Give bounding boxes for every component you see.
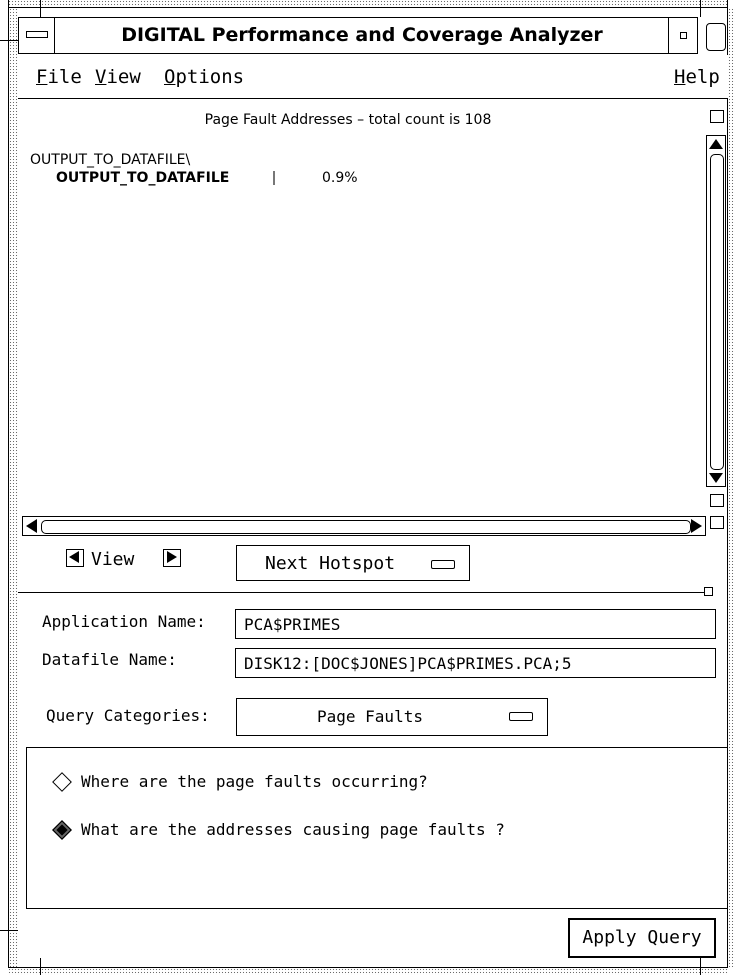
application-name-field[interactable]: PCA$PRIMES bbox=[235, 609, 716, 639]
window-frame-bottom bbox=[8, 967, 728, 975]
radio-diamond-selected-icon[interactable] bbox=[52, 820, 72, 840]
query-options-panel: Where are the page faults occurring? Wha… bbox=[26, 747, 728, 909]
title-bar[interactable]: DIGITAL Performance and Coverage Analyze… bbox=[18, 17, 698, 54]
minimize-icon bbox=[680, 32, 687, 39]
radio-diamond-icon[interactable] bbox=[52, 772, 72, 792]
horizontal-scroll-thumb[interactable] bbox=[41, 520, 691, 534]
window-frame-right bbox=[728, 8, 735, 967]
scroll-down-button[interactable] bbox=[707, 470, 725, 486]
arrow-right-icon bbox=[167, 551, 177, 563]
pane-title: Page Fault Addresses – total count is 10… bbox=[204, 112, 492, 128]
next-hotspot-label: Next Hotspot bbox=[265, 553, 396, 574]
view-label: View bbox=[91, 549, 135, 570]
maximize-button[interactable] bbox=[706, 23, 726, 51]
arrow-right-icon[interactable] bbox=[691, 519, 702, 533]
menu-view[interactable]: View bbox=[95, 66, 141, 88]
percent-value: 0.9% bbox=[322, 170, 358, 186]
pane-separator bbox=[18, 592, 708, 593]
tree-item-child[interactable]: OUTPUT_TO_DATAFILE bbox=[56, 170, 229, 186]
window-menu-icon bbox=[26, 31, 48, 38]
window-menu-button[interactable] bbox=[19, 18, 55, 53]
vertical-scrollbar[interactable] bbox=[706, 135, 726, 487]
tree-item-parent[interactable]: OUTPUT_TO_DATAFILE\ bbox=[30, 152, 190, 168]
option-menu-icon bbox=[431, 560, 455, 569]
query-categories-label: Query Categories: bbox=[46, 706, 210, 725]
menu-bar: File View Options Help bbox=[18, 55, 728, 99]
datafile-name-field[interactable]: DISK12:[DOC$JONES]PCA$PRIMES.PCA;5 bbox=[235, 648, 716, 678]
option-menu-icon bbox=[509, 712, 533, 721]
frame-corner-tick bbox=[0, 40, 18, 41]
apply-query-button[interactable]: Apply Query bbox=[568, 918, 716, 958]
display-pane: Page Fault Addresses – total count is 10… bbox=[18, 100, 708, 512]
frame-corner-tick bbox=[700, 958, 701, 975]
frame-corner-tick bbox=[700, 0, 701, 17]
minimize-button[interactable] bbox=[668, 18, 698, 53]
pane-sash[interactable] bbox=[704, 587, 713, 596]
frame-corner-tick bbox=[0, 930, 18, 931]
frame-corner-tick bbox=[40, 0, 41, 17]
window-frame-left bbox=[8, 8, 18, 967]
application-name-label: Application Name: bbox=[42, 612, 206, 631]
arrow-up-icon bbox=[709, 139, 723, 149]
menu-file[interactable]: File bbox=[36, 66, 82, 88]
horizontal-scrollbar[interactable] bbox=[22, 516, 706, 536]
window-title: DIGITAL Performance and Coverage Analyze… bbox=[121, 24, 603, 46]
arrow-down-icon bbox=[709, 473, 723, 483]
frame-corner-tick bbox=[40, 958, 41, 975]
arrow-left-icon[interactable] bbox=[26, 519, 37, 533]
menu-help[interactable]: Help bbox=[674, 66, 720, 88]
query-categories-value: Page Faults bbox=[317, 707, 423, 726]
scroll-up-button[interactable] bbox=[707, 136, 725, 152]
view-next-button[interactable] bbox=[163, 549, 181, 567]
scroll-top-box[interactable] bbox=[710, 110, 724, 123]
percent-bar bbox=[273, 171, 275, 185]
next-hotspot-menu[interactable]: Next Hotspot bbox=[236, 545, 470, 581]
view-prev-button[interactable] bbox=[66, 549, 84, 567]
query-categories-menu[interactable]: Page Faults bbox=[236, 698, 548, 736]
scroll-corner-box bbox=[710, 516, 724, 529]
vertical-scroll-thumb[interactable] bbox=[710, 154, 724, 470]
scroll-bottom-box[interactable] bbox=[710, 494, 724, 507]
datafile-name-label: Datafile Name: bbox=[42, 650, 177, 669]
menu-options[interactable]: Options bbox=[164, 66, 244, 88]
arrow-left-icon bbox=[69, 551, 79, 563]
